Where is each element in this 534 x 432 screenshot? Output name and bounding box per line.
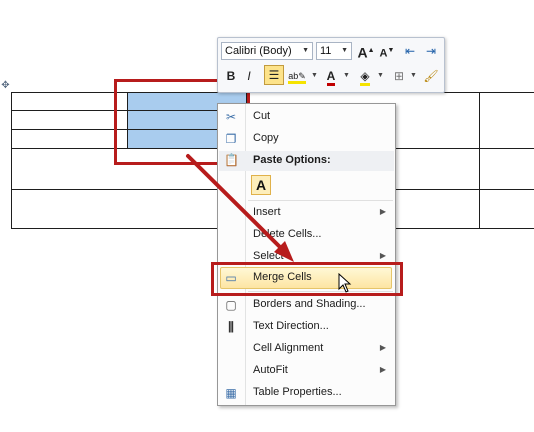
mouse-cursor-icon (338, 273, 352, 293)
annotation-arrow (186, 154, 294, 262)
